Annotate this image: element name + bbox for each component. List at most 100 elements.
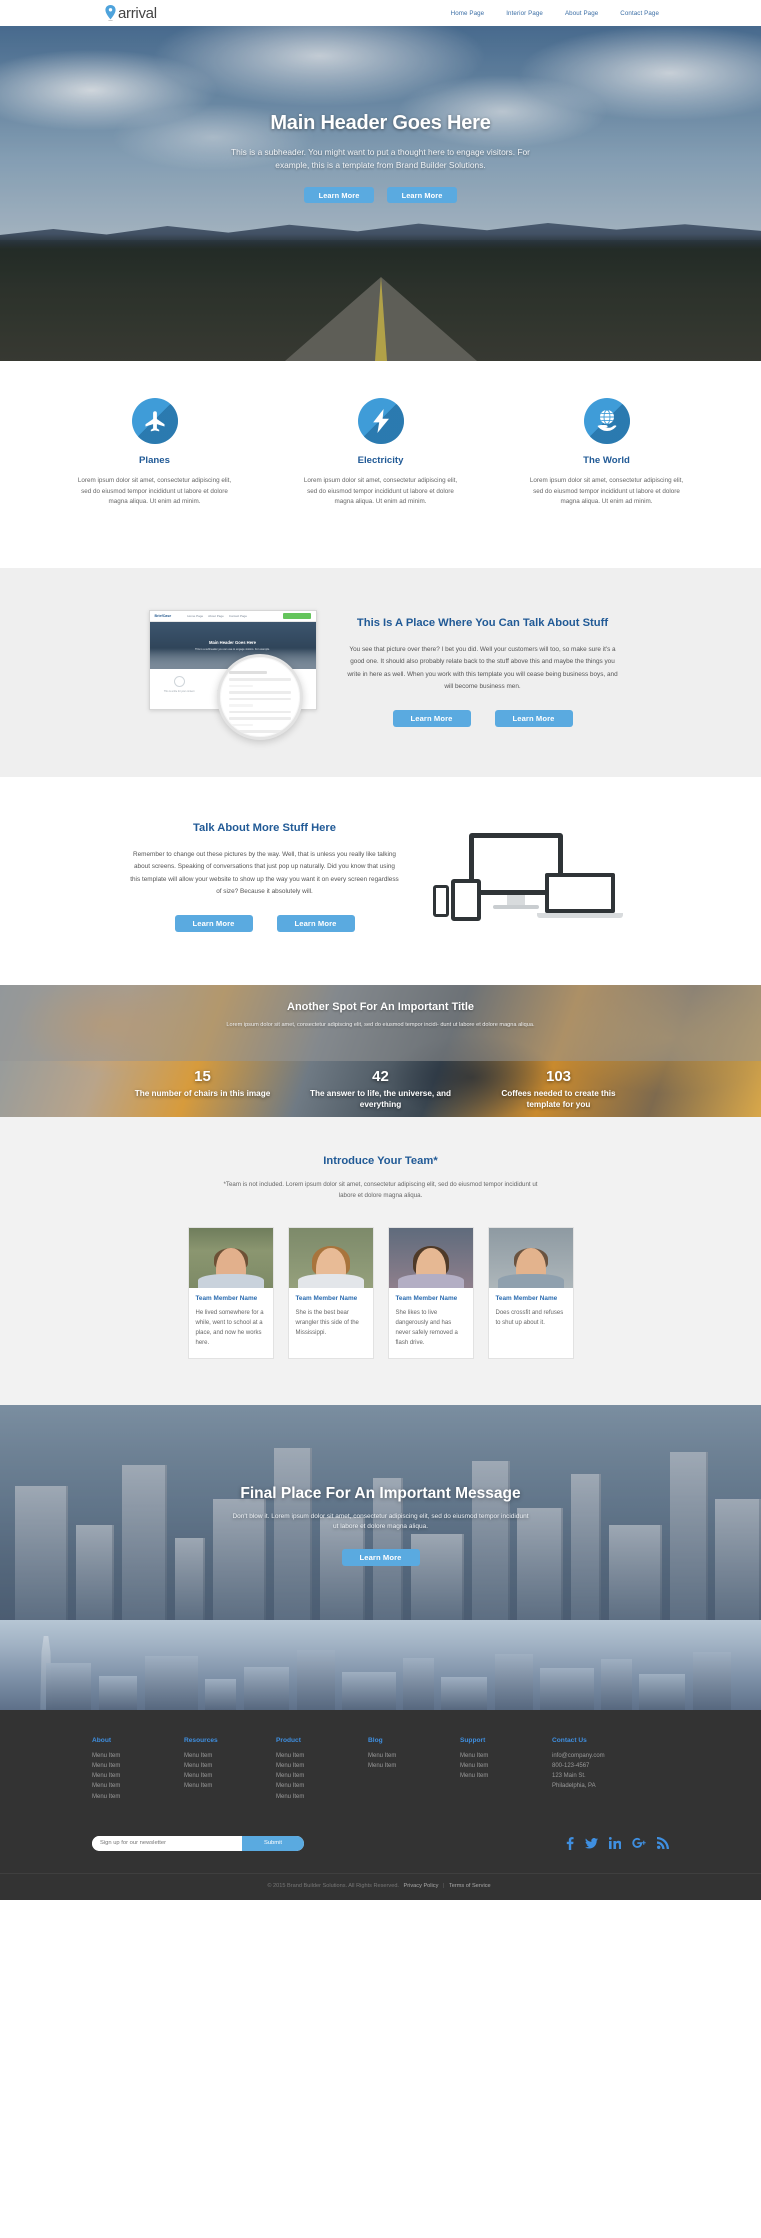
screenshot-logo: BriefCase — [154, 613, 172, 618]
devices-button-group: Learn More Learn More — [129, 914, 401, 932]
feature-title: The World — [583, 455, 630, 466]
team-member-name: Team Member Name — [395, 1294, 458, 1302]
team-card[interactable]: Team Member Name She likes to live dange… — [387, 1226, 474, 1359]
hero-button-group: Learn More Learn More — [0, 187, 761, 203]
screenshot-hero: Main Header Goes Here This is a subheade… — [149, 621, 316, 669]
footer-link[interactable]: Menu Item — [92, 1771, 184, 1781]
footer-link[interactable]: Menu Item — [460, 1751, 552, 1761]
footer-link[interactable]: Menu Item — [92, 1761, 184, 1771]
terms-of-service-link[interactable]: Terms of Service — [449, 1883, 491, 1889]
nav-link-home-page[interactable]: Home Page — [451, 10, 485, 17]
footer-column-heading: Blog — [368, 1736, 383, 1744]
screenshot-card: This is a title for your content — [156, 675, 203, 704]
footer-link[interactable]: Menu Item — [184, 1781, 276, 1791]
hero-learn-more-button-2[interactable]: Learn More — [387, 187, 457, 203]
google-plus-icon[interactable] — [632, 1837, 646, 1849]
devices-learn-more-button-2[interactable]: Learn More — [276, 914, 355, 932]
nav-link-contact-page[interactable]: Contact Page — [620, 10, 659, 17]
lightning-bolt-icon — [357, 398, 404, 444]
footer-link[interactable]: Menu Item — [368, 1751, 460, 1761]
skyline-strip — [0, 1619, 761, 1710]
footer-column-heading: Product — [276, 1736, 301, 1744]
team-card[interactable]: Team Member Name She is the best bear wr… — [287, 1226, 374, 1359]
devices-body: Remember to change out these pictures by… — [130, 850, 399, 896]
stats-row: 15 The number of chairs in this image 42… — [0, 1061, 761, 1110]
stat-item: 42 The answer to life, the universe, and… — [292, 1068, 470, 1110]
hero-learn-more-button-1[interactable]: Learn More — [304, 187, 374, 203]
team-member-photo — [488, 1227, 573, 1288]
team-card[interactable]: Team Member Name He lived somewhere for … — [187, 1226, 274, 1359]
screenshot-hero-sub: This is a subheader you can use to engag… — [195, 647, 270, 651]
team-subtitle: *Team is not included. Lorem ipsum dolor… — [223, 1180, 538, 1199]
stat-number: 42 — [372, 1067, 389, 1085]
stat-item: 103 Coffees needed to create this templa… — [470, 1068, 648, 1110]
copyright-text: © 2015 Brand Builder Solutions. All Righ… — [267, 1882, 399, 1889]
twitter-icon[interactable] — [585, 1837, 598, 1849]
rss-icon[interactable] — [657, 1837, 669, 1850]
footer-link[interactable]: Menu Item — [276, 1751, 368, 1761]
team-card[interactable]: Team Member Name Does crossfit and refus… — [487, 1226, 574, 1359]
laptop-base — [536, 912, 623, 918]
team-section: Introduce Your Team* *Team is not includ… — [0, 1116, 761, 1405]
cta-title: Final Place For An Important Message — [240, 1484, 521, 1502]
stat-number: 103 — [545, 1067, 572, 1085]
cta-subtitle: Don't blow it. Lorem ipsum dolor sit ame… — [232, 1512, 529, 1531]
cta-learn-more-button[interactable]: Learn More — [341, 1548, 420, 1566]
footer-link[interactable]: Menu Item — [276, 1792, 368, 1802]
screenshot-card-text: This is a title for your content — [163, 689, 195, 693]
globe-in-hand-icon — [583, 398, 630, 444]
team-member-photo — [188, 1227, 273, 1288]
feature-text: Lorem ipsum dolor sit amet, consectetur … — [303, 477, 458, 506]
nav-link-interior-page[interactable]: Interior Page — [506, 10, 543, 17]
screenshot-hero-title: Main Header Goes Here — [208, 639, 256, 645]
screenshot-nav-item: Contact Page — [228, 613, 247, 618]
footer-link[interactable]: Menu Item — [184, 1751, 276, 1761]
magnifier-lens — [216, 653, 303, 740]
footer-link[interactable]: Menu Item — [276, 1781, 368, 1791]
footer-contact-email[interactable]: info@company.com — [552, 1751, 662, 1761]
footer-link[interactable]: Menu Item — [92, 1792, 184, 1802]
talk-learn-more-button-1[interactable]: Learn More — [392, 709, 471, 727]
footer-link[interactable]: Menu Item — [368, 1761, 460, 1771]
feature-title: Electricity — [357, 455, 404, 466]
stats-section: Another Spot For An Important Title Lore… — [0, 984, 761, 1117]
footer-link[interactable]: Menu Item — [276, 1761, 368, 1771]
nav-link-about-page[interactable]: About Page — [565, 10, 598, 17]
team-member-bio: He lived somewhere for a while, went to … — [195, 1309, 264, 1346]
newsletter-email-input[interactable] — [92, 1835, 242, 1851]
footer-column-heading: About — [92, 1736, 112, 1744]
stats-header: Another Spot For An Important Title Lore… — [0, 984, 761, 1061]
clock-icon — [173, 675, 185, 687]
social-links — [566, 1836, 669, 1850]
footer-link[interactable]: Menu Item — [92, 1751, 184, 1761]
laptop-icon — [544, 872, 615, 913]
newsletter-submit-button[interactable]: Submit — [242, 1835, 304, 1851]
features-section: Planes Lorem ipsum dolor sit amet, conse… — [0, 361, 761, 568]
facebook-icon[interactable] — [566, 1836, 574, 1850]
team-heading: Introduce Your Team* — [323, 1154, 438, 1167]
footer-column-contact-us: Contact Us info@company.com 800-123-4567… — [552, 1737, 662, 1802]
brand-logo[interactable]: arrival — [105, 5, 157, 22]
tablet-icon — [450, 878, 481, 921]
team-member-name: Team Member Name — [295, 1294, 358, 1302]
team-member-name: Team Member Name — [195, 1294, 258, 1302]
privacy-policy-link[interactable]: Privacy Policy — [404, 1883, 439, 1889]
footer-link[interactable]: Menu Item — [460, 1761, 552, 1771]
stat-label: The answer to life, the universe, and ev… — [309, 1088, 452, 1109]
footer-link[interactable]: Menu Item — [92, 1781, 184, 1791]
footer-link[interactable]: Menu Item — [184, 1761, 276, 1771]
footer-link[interactable]: Menu Item — [460, 1771, 552, 1781]
footer-column-support: Support Menu Item Menu Item Menu Item — [460, 1737, 552, 1802]
team-member-bio: She likes to live dangerously and has ne… — [395, 1309, 458, 1346]
devices-learn-more-button-1[interactable]: Learn More — [174, 914, 253, 932]
phone-icon — [432, 884, 449, 917]
feature-title: Planes — [139, 455, 170, 466]
footer-column-heading: Resources — [184, 1736, 218, 1744]
talk-body: You see that picture over there? I bet y… — [347, 645, 618, 691]
footer-link[interactable]: Menu Item — [184, 1771, 276, 1781]
talk-learn-more-button-2[interactable]: Learn More — [494, 709, 573, 727]
footer-link[interactable]: Menu Item — [276, 1771, 368, 1781]
footer-column-heading: Support — [460, 1736, 486, 1744]
primary-nav: Home Page Interior Page About Page Conta… — [451, 10, 761, 17]
linkedin-icon[interactable] — [609, 1837, 621, 1850]
